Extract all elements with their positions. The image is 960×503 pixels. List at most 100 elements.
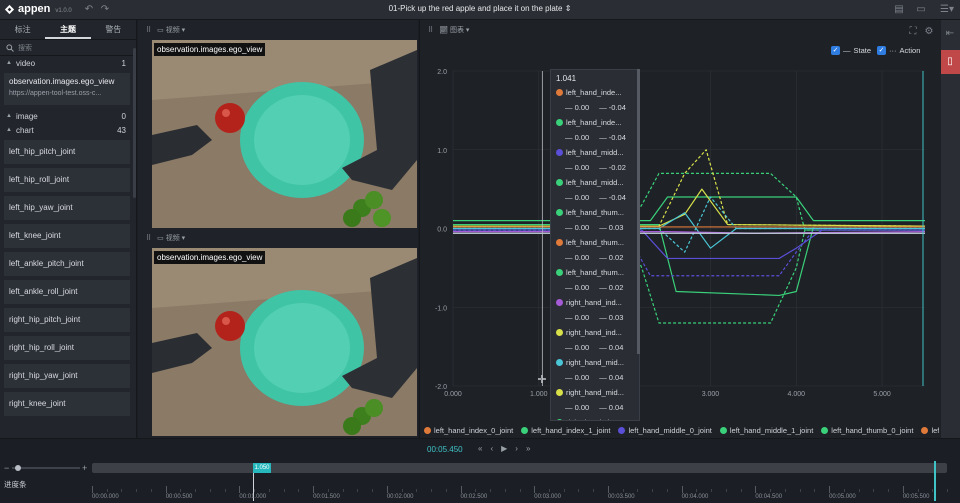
chart-topic-item[interactable]: right_knee_joint [4,392,130,416]
task-title-dropdown[interactable]: 01-Pick up the red apple and place it on… [330,4,630,13]
ruler-minor-tick [696,489,698,492]
series-line [453,229,925,260]
line-chart[interactable]: 2.01.00.0-1.0-2.00.0001.0002.0003.0004.0… [420,60,942,438]
state-label: State [853,46,872,55]
chart-topic-item[interactable]: right_hip_yaw_joint [4,364,130,388]
play-icon[interactable]: ▶ [501,444,507,453]
group-chart[interactable]: ▲ chart 43 [0,123,136,137]
ruler-minor-tick [490,489,492,492]
tooltip-series-row: right_hand_thu... [551,415,639,420]
tooltip-values: — 0.00 — 0.04 [551,400,639,415]
skip-forward-icon[interactable]: » [526,444,530,453]
group-video[interactable]: ▲ video 1 [0,56,136,70]
ruler-minor-tick [637,489,639,492]
tab-annotation[interactable]: 标注 [0,20,45,39]
video-topic-item[interactable]: observation.images.ego_view https://appe… [4,73,130,105]
chart-topic-item[interactable]: left_hip_yaw_joint [4,196,130,220]
settings-icon[interactable]: ⚙︎ [923,26,935,38]
chart-topic-item[interactable]: left_ankle_roll_joint [4,280,130,304]
series-color-dot [556,209,563,216]
tooltip-action-value: — -0.04 [599,133,626,142]
video-frame-label: observation.images.ego_view [154,251,266,264]
document-icon: ▯ [947,56,953,67]
progress-track[interactable] [92,463,947,473]
series-line [453,149,926,227]
chart-dropdown-label: 图表 [449,27,464,34]
search-input[interactable]: 搜索 [0,40,136,56]
legend-item[interactable]: left_ [921,425,939,436]
layout-menu-icon[interactable]: ☰▾ [937,4,957,16]
chart-topic-item[interactable]: left_hip_pitch_joint [4,140,130,164]
legend-item[interactable]: left_hand_index_0_joint [424,425,513,436]
ruler-minor-tick [814,489,816,492]
left-scrollbar[interactable] [133,48,136,198]
legend-label: left_hand_index_1_joint [531,426,611,435]
caret-up-icon: ▲ [6,113,12,119]
video-dropdown[interactable]: ▭ 视频 ▾ [157,233,185,243]
legend-label: left_hand_thumb_0_joint [831,426,914,435]
ruler-minor-tick [563,489,565,492]
legend-item[interactable]: left_hand_index_1_joint [521,425,610,436]
y-tick-label: 2.0 [437,69,447,76]
zoom-slider-handle[interactable] [15,465,21,471]
zoom-slider[interactable]: − + [4,463,88,473]
chart-topic-item[interactable]: left_ankle_pitch_joint [4,252,130,276]
ruler-label: 00:01.500 [313,494,340,500]
ruler-minor-tick [180,489,182,492]
drag-handle-icon[interactable]: ⠿ [146,234,151,242]
tooltip-values: — 0.00 — -0.04 [551,190,639,205]
x-tick-label: 1.000 [530,391,548,398]
step-forward-icon[interactable]: › [515,444,518,453]
legend-color-dot [424,427,431,434]
chart-header: ⠿ 📈︎ 图表 ▾ [420,20,941,40]
checkbox-checked-icon: ✓ [877,46,887,55]
legend-item[interactable]: left_hand_thumb_0_joint [821,425,913,436]
drag-handle-icon[interactable]: ⠿ [146,26,151,34]
group-image[interactable]: ▲ image 0 [0,109,136,123]
tab-topics[interactable]: 主题 [45,20,91,39]
chart-tooltip: 1.041 left_hand_inde... — 0.00— -0.04 left… [550,69,640,421]
series-color-dot [556,269,563,276]
group-label: image [15,111,38,121]
zoom-out-icon[interactable]: − [4,463,9,473]
tab-warnings[interactable]: 警告 [91,20,136,39]
state-toggle[interactable]: ✓ — State [831,46,871,55]
chart-topic-item[interactable]: left_knee_joint [4,224,130,248]
chart-dropdown[interactable]: 📈︎ 图表 ▾ [439,25,469,35]
undo-icon[interactable]: ↶ [83,4,95,16]
drag-handle-icon[interactable]: ⠿ [428,26,433,34]
action-toggle[interactable]: ✓ ··· Action [877,46,920,55]
x-tick-label: 5.000 [873,391,891,398]
tooltip-scrollbar[interactable] [637,69,640,354]
save-icon[interactable]: ▤ [893,4,905,16]
video-frame[interactable]: observation.images.ego_view [152,40,417,228]
video-dropdown[interactable]: ▭ 视频 ▾ [157,25,185,35]
skip-back-icon[interactable]: « [478,444,482,453]
ruler-minor-tick [372,489,374,492]
tooltip-series-row: right_hand_mid... [551,355,639,370]
ruler-minor-tick [858,489,860,492]
step-back-icon[interactable]: ‹ [490,444,493,453]
tooltip-series-row: left_hand_inde... [551,115,639,130]
ruler-label: 00:01.000 [239,494,267,500]
progress-label: 进度条 [4,480,27,489]
zoom-in-icon[interactable]: + [82,463,87,473]
ruler-label: 00:05.500 [902,494,930,500]
tooltip-action-value: — -0.04 [599,193,626,202]
chart-topic-item[interactable]: left_hip_roll_joint [4,168,130,192]
fullscreen-icon[interactable]: ⛶ [907,26,919,38]
chart-topic-item[interactable]: right_hip_pitch_joint [4,308,130,332]
legend-item[interactable]: left_hand_middle_0_joint [618,425,712,436]
chart-topic-item[interactable]: right_hip_roll_joint [4,336,130,360]
collapse-panel-icon[interactable]: ⇤ [944,28,956,40]
legend-item[interactable]: left_hand_middle_1_joint [719,425,813,436]
progress-marker[interactable]: 1.050 [253,463,271,473]
open-window-icon[interactable]: ▭ [915,4,927,16]
series-color-dot [556,299,563,306]
video-frame[interactable]: observation.images.ego_view [152,248,417,436]
redo-icon[interactable]: ↷ [99,4,111,16]
tooltip-values: — 0.00 — -0.04 [551,100,639,115]
document-panel-tab[interactable]: ▯ [941,50,960,74]
caret-up-icon: ▲ [6,127,12,133]
app-name: appen [18,3,51,15]
